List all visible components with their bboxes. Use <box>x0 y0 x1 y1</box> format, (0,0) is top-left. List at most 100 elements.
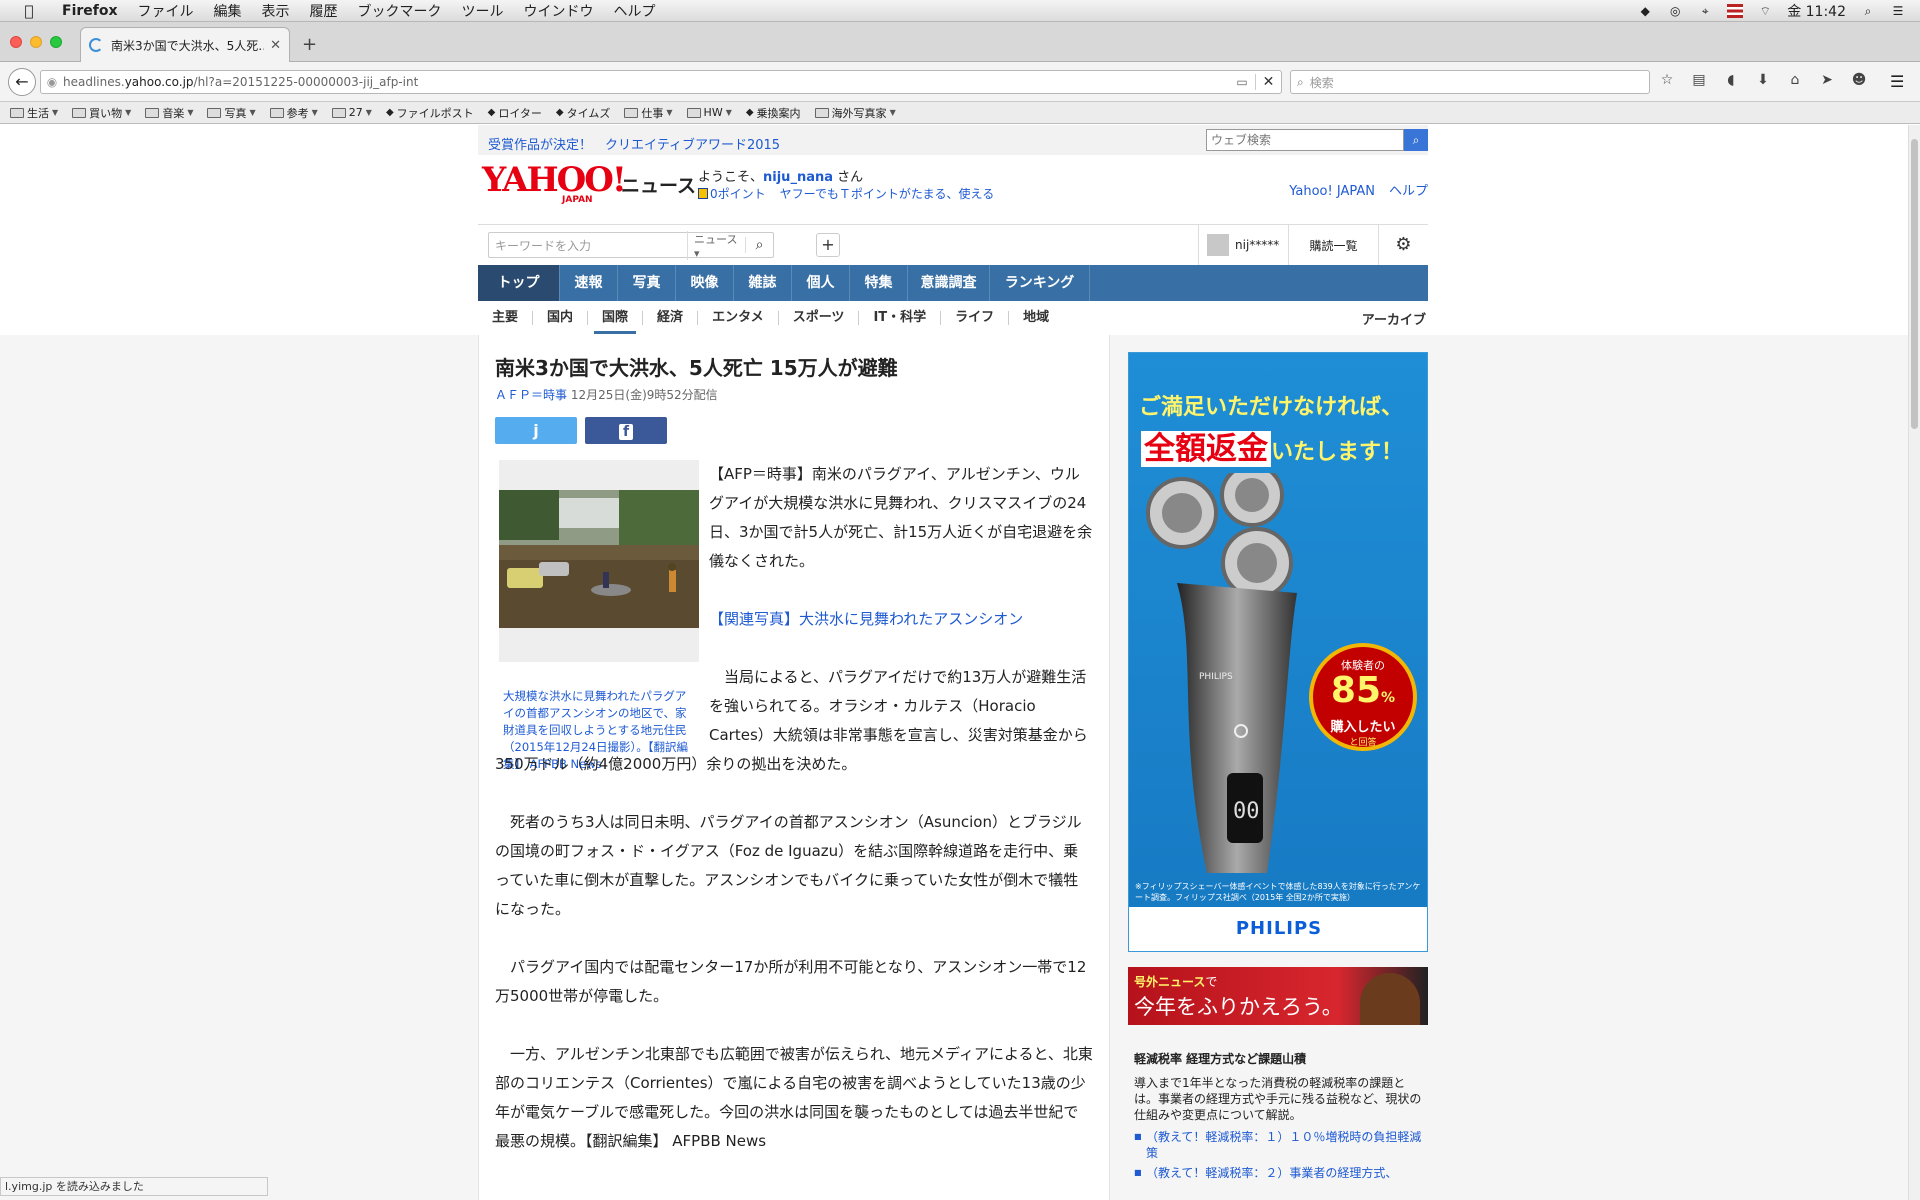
bookmark-folder[interactable]: 音楽 ▼ <box>145 105 193 121</box>
hamburger-menu-icon[interactable]: ☰ <box>1890 72 1904 91</box>
bookmark-link[interactable]: ◆ ファイルポスト <box>386 105 474 121</box>
bookmark-folder[interactable]: 27 ▼ <box>331 106 372 119</box>
promo-link[interactable]: 受賞作品が決定！ クリエイティブアワード2015 <box>488 134 780 153</box>
menubar-clock[interactable]: 金 11:42 <box>1787 1 1846 21</box>
url-bar[interactable]: ◉ headlines.yahoo.co.jp/hl?a=20151225-00… <box>40 70 1282 94</box>
topic-link[interactable]: （教えて！軽減税率：２）事業者の経理方式、 <box>1134 1165 1422 1181</box>
reader-view-icon[interactable]: ▭ <box>1229 75 1255 89</box>
topic-link[interactable]: （教えて！軽減税率：１）１０％増税時の負担軽減策 <box>1134 1129 1422 1161</box>
pocket-icon[interactable]: ◖ <box>1722 72 1740 88</box>
search-scope-select[interactable]: ニュース ▾ <box>687 230 745 260</box>
shaver-ad-banner[interactable]: ご満足いただけなければ、 全額返金いたします！ 00 PHILIPS 体験者の <box>1128 352 1428 952</box>
menu-app-name[interactable]: Firefox <box>62 3 118 19</box>
twitter-share-button[interactable]: 𝗷 <box>495 417 577 444</box>
bookmark-star-icon[interactable]: ☆ <box>1658 72 1676 88</box>
downloads-icon[interactable]: ⬇ <box>1754 72 1772 88</box>
yahoo-japan-link[interactable]: Yahoo! JAPAN <box>1289 184 1375 199</box>
bookmark-folder[interactable]: 生活 ▼ <box>10 105 58 121</box>
close-window-button[interactable] <box>10 36 22 48</box>
username-link[interactable]: niju_nana <box>763 170 833 185</box>
stop-loading-icon[interactable]: ✕ <box>1255 74 1281 90</box>
apple-icon[interactable]:  <box>18 2 40 20</box>
related-photos-link[interactable]: 【関連写真】大洪水に見舞われたアスンシオン <box>709 610 1023 628</box>
sub-nav-item[interactable]: 国際 <box>588 311 644 334</box>
topic-title[interactable]: 軽減税率 経理方式など課題山積 <box>1134 1050 1306 1067</box>
archive-link[interactable]: アーカイブ <box>1362 309 1428 328</box>
notification-center-icon[interactable]: ☰ <box>1890 4 1906 18</box>
help-link[interactable]: ヘルプ <box>1389 184 1428 199</box>
zoom-window-button[interactable] <box>50 36 62 48</box>
menu-edit[interactable]: 編集 <box>214 1 242 21</box>
sub-nav-item[interactable]: 主要 <box>478 311 534 325</box>
dropbox-icon[interactable]: ◆ <box>1637 4 1653 18</box>
article-paragraph: パラグアイ国内では配電センター17か所が利用不可能となり、アスンシオン一帯で12… <box>495 958 1087 1005</box>
global-nav-item[interactable]: 速報 <box>560 265 618 301</box>
web-search-input[interactable] <box>1206 129 1404 151</box>
year-review-banner[interactable]: 号外ニュースで 今年をふりかえろう。 <box>1128 967 1428 1025</box>
back-button[interactable]: ← <box>8 68 36 96</box>
sub-nav-item[interactable]: 国内 <box>533 311 589 325</box>
bookmark-folder[interactable]: 買い物 ▼ <box>72 105 131 121</box>
bookmark-link[interactable]: ◆ 乗換案内 <box>746 105 801 121</box>
subscriptions-link[interactable]: 購読一覧 <box>1289 225 1379 265</box>
global-nav-item[interactable]: トップ <box>478 265 560 301</box>
sub-nav-item[interactable]: スポーツ <box>779 311 860 325</box>
bookmark-folder[interactable]: 写真 ▼ <box>207 105 256 121</box>
menu-bookmarks[interactable]: ブックマーク <box>358 1 442 21</box>
global-nav-item[interactable]: 写真 <box>618 265 676 301</box>
url-text[interactable]: headlines.yahoo.co.jp/hl?a=20151225-0000… <box>63 75 1229 89</box>
site-identity-icon[interactable]: ◉ <box>41 75 63 89</box>
yahoo-logo[interactable]: YAHOO! <box>482 163 627 197</box>
web-search-button[interactable]: ⌕ <box>1404 129 1428 151</box>
sub-nav-item[interactable]: 地域 <box>1009 311 1063 325</box>
location-icon[interactable]: ⌖ <box>1697 4 1713 18</box>
global-nav-item[interactable]: 意識調査 <box>908 265 990 301</box>
account-menu[interactable]: nij***** <box>1199 225 1289 265</box>
spotlight-icon[interactable]: ⌕ <box>1860 4 1876 18</box>
bookmark-folder[interactable]: HW ▼ <box>686 106 732 119</box>
keyword-search-input[interactable]: キーワードを入力 ニュース ▾ ⌕ <box>488 230 774 260</box>
home-icon[interactable]: ⌂ <box>1786 72 1804 88</box>
bookmark-folder[interactable]: 参考 ▼ <box>269 105 318 121</box>
wifi-icon[interactable]: ⌔ <box>1757 4 1773 18</box>
chat-icon[interactable]: ☻ <box>1850 72 1868 88</box>
gear-icon[interactable]: ⚙ <box>1379 225 1428 265</box>
global-nav-item[interactable]: 映像 <box>676 265 734 301</box>
menu-view[interactable]: 表示 <box>262 1 290 21</box>
tpoint-slogan-link[interactable]: ヤフーでもＴポイントがたまる、使える <box>780 187 995 201</box>
menu-tools[interactable]: ツール <box>462 1 504 21</box>
new-tab-button[interactable]: + <box>302 34 317 55</box>
reading-list-icon[interactable]: ▤ <box>1690 72 1708 88</box>
sub-nav-item[interactable]: エンタメ <box>698 311 779 325</box>
bookmark-folder[interactable]: 海外写真家 ▼ <box>814 105 896 121</box>
bookmark-folder[interactable]: 仕事 ▼ <box>624 105 673 121</box>
page-scrollbar[interactable] <box>1908 125 1920 1200</box>
menu-file[interactable]: ファイル <box>138 1 194 21</box>
browser-search-input[interactable]: ⌕ 検索 <box>1290 70 1650 94</box>
creative-cloud-icon[interactable]: ◎ <box>1667 4 1683 18</box>
points-link[interactable]: 0ポイント <box>710 187 766 201</box>
browser-tab-active[interactable]: 南米3か国で大洪水、5人死… ✕ <box>80 27 290 62</box>
add-button[interactable]: + <box>816 233 840 257</box>
global-nav-item[interactable]: ランキング <box>990 265 1090 301</box>
global-nav-item[interactable]: 特集 <box>850 265 908 301</box>
article-source-link[interactable]: ＡＦＰ＝時事 <box>495 388 567 402</box>
menu-history[interactable]: 履歴 <box>310 1 338 21</box>
send-icon[interactable]: ➤ <box>1818 72 1836 88</box>
facebook-share-button[interactable]: f <box>585 417 667 444</box>
us-flag-icon[interactable] <box>1727 3 1744 18</box>
minimize-window-button[interactable] <box>30 36 42 48</box>
bookmark-link[interactable]: ◆ タイムズ <box>556 105 610 121</box>
scrollbar-thumb[interactable] <box>1911 139 1918 429</box>
sub-nav-item[interactable]: 経済 <box>643 311 699 325</box>
global-nav-item[interactable]: 雑誌 <box>734 265 792 301</box>
bookmark-link[interactable]: ◆ ロイター <box>488 105 542 121</box>
sub-nav-item[interactable]: IT・科学 <box>859 311 942 325</box>
search-icon[interactable]: ⌕ <box>745 237 773 253</box>
menu-window[interactable]: ウインドウ <box>524 1 594 21</box>
global-nav-item[interactable]: 個人 <box>792 265 850 301</box>
section-title[interactable]: ニュース <box>621 171 696 198</box>
sub-nav-item[interactable]: ライフ <box>941 311 1010 325</box>
menu-help[interactable]: ヘルプ <box>614 1 656 21</box>
close-tab-icon[interactable]: ✕ <box>270 38 281 53</box>
